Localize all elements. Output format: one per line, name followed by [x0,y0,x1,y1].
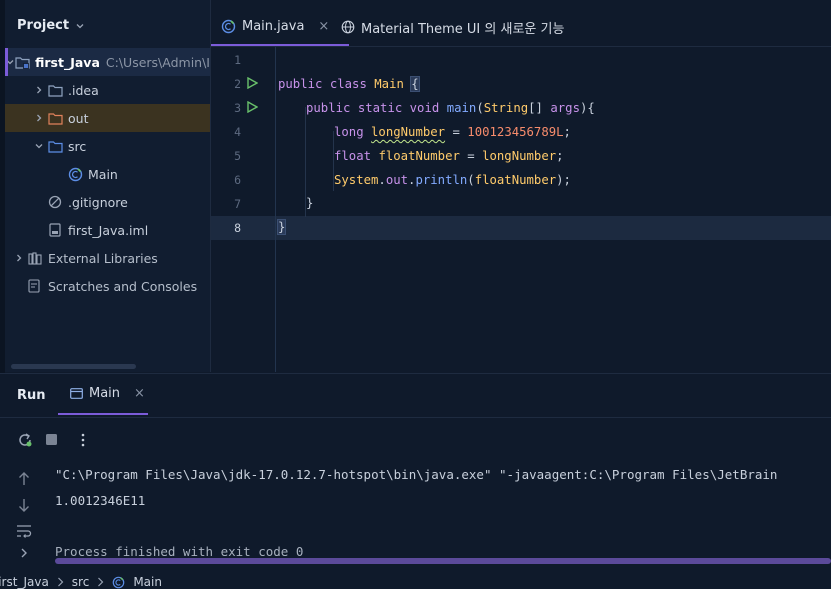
tree-item-label: src [68,138,87,154]
code-line-8: } [276,219,287,235]
tree-item-label: Main [88,166,118,182]
run-tab-main[interactable]: Main × [58,374,148,415]
editor-tab-bar: Main.java × Material Theme UI 의 새로운 기능 [211,0,831,47]
java-class-icon [67,166,83,182]
run-panel-title: Run [17,388,46,403]
tree-item-out[interactable]: out [5,104,210,132]
globe-icon [341,20,355,34]
console-line: 1.0012346E11 [55,493,146,508]
project-horizontal-scrollbar[interactable] [11,364,136,369]
breadcrumb-item[interactable]: src [72,575,90,589]
breadcrumb: first_Java src Main [0,575,162,589]
tree-item-src[interactable]: src [5,132,210,160]
tab-main-java[interactable]: Main.java × [211,8,349,46]
library-icon [27,250,43,266]
code-line-7: } [306,196,314,210]
project-panel: Project first_Java C:\Users\Admin\I .ide… [5,0,211,372]
console-output[interactable]: "C:\Program Files\Java\jdk-17.0.12.7-hot… [55,462,777,559]
tree-item-label: External Libraries [48,250,158,266]
scroll-up-icon[interactable] [18,472,30,486]
project-tree: first_Java C:\Users\Admin\I .idea out sr… [5,48,210,300]
editor-gutter: 1 2 3 4 5 6 7 8 [211,47,275,372]
iml-file-icon [47,222,63,238]
line-number: 3 [234,101,241,115]
tab-label: Main.java [242,18,305,34]
code-line-5: float floatNumber = longNumber; [334,149,564,163]
tree-item-label: Scratches and Consoles [48,278,198,294]
close-icon[interactable]: × [134,386,145,401]
console-horizontal-scrollbar[interactable] [55,558,831,564]
chevron-right-icon[interactable] [31,110,47,126]
tab-label: Material Theme UI 의 새로운 기능 [361,21,565,37]
gutter-separator [275,47,276,372]
code-line-3: public static void main(String[] args){ [306,101,595,115]
ide-window: Project first_Java C:\Users\Admin\I .ide… [0,0,831,589]
line-number: 7 [234,197,241,211]
chevron-right-icon[interactable] [19,547,29,559]
current-line-highlight [211,216,831,240]
folder-excluded-icon [47,110,63,126]
tree-item-scratches[interactable]: Scratches and Consoles [5,272,210,300]
tree-item-first-java[interactable]: first_Java C:\Users\Admin\I [5,48,210,76]
line-number: 6 [234,173,241,187]
tree-item-label: first_Java [35,54,100,70]
chevron-down-icon[interactable] [31,138,47,154]
breadcrumb-item[interactable]: first_Java [0,575,49,589]
run-tab-label: Main [89,386,121,401]
tree-item-external-libraries[interactable]: External Libraries [5,244,210,272]
soft-wrap-icon[interactable] [16,524,32,538]
chevron-down-icon[interactable] [75,21,85,31]
code-line-2: public class Main { [278,76,420,92]
run-gutter-icon[interactable] [246,101,258,113]
tab-material-theme-whats-new[interactable]: Material Theme UI 의 새로운 기능 [331,8,574,46]
tree-item-label: .idea [68,82,99,98]
chevron-right-icon[interactable] [31,82,47,98]
breadcrumb-item[interactable]: Main [133,575,162,589]
chevron-right-icon [98,577,104,587]
code-line-6: System.out.println(floatNumber); [334,173,571,187]
code-line-4: long longNumber = 100123456789L; [334,125,571,139]
line-number-current: 8 [234,221,241,235]
project-title: Project [17,18,70,33]
java-class-icon [113,576,125,588]
ignore-file-icon [47,194,63,210]
tree-item-label: .gitignore [68,194,128,210]
run-tool-window: Run Main × "C:\Program Files\Java\jdk-17… [0,373,831,589]
chevron-right-icon [57,577,64,587]
line-number: 2 [234,77,241,91]
console-icon [70,388,83,399]
tree-item-iml[interactable]: first_Java.iml [5,216,210,244]
selection-marker [5,48,8,76]
tree-item-gitignore[interactable]: .gitignore [5,188,210,216]
scratches-icon [27,278,43,294]
line-number: 1 [234,53,241,67]
java-class-icon [221,19,236,33]
tree-item-idea[interactable]: .idea [5,76,210,104]
line-number: 4 [234,125,241,139]
code-editor[interactable]: 1 2 3 4 5 6 7 8 public class Main { publ… [211,47,831,372]
run-gutter-icon[interactable] [246,77,258,89]
project-panel-header[interactable]: Project [17,18,85,33]
line-number: 5 [234,149,241,163]
more-options-icon[interactable] [80,432,86,448]
tree-item-label: out [68,110,89,126]
tree-item-path: C:\Users\Admin\I [105,54,210,70]
close-icon[interactable]: × [318,19,329,34]
rerun-icon[interactable] [17,432,33,448]
chevron-right-icon[interactable] [11,250,27,266]
tree-item-label: first_Java.iml [68,222,149,238]
stop-icon[interactable] [45,433,58,446]
console-line: "C:\Program Files\Java\jdk-17.0.12.7-hot… [55,467,778,482]
scroll-down-icon[interactable] [18,498,30,512]
run-tab-bar: Run Main × [0,374,831,418]
folder-icon [47,82,63,98]
tree-item-main[interactable]: Main [5,160,210,188]
folder-source-icon [47,138,63,154]
module-folder-icon [15,54,30,70]
